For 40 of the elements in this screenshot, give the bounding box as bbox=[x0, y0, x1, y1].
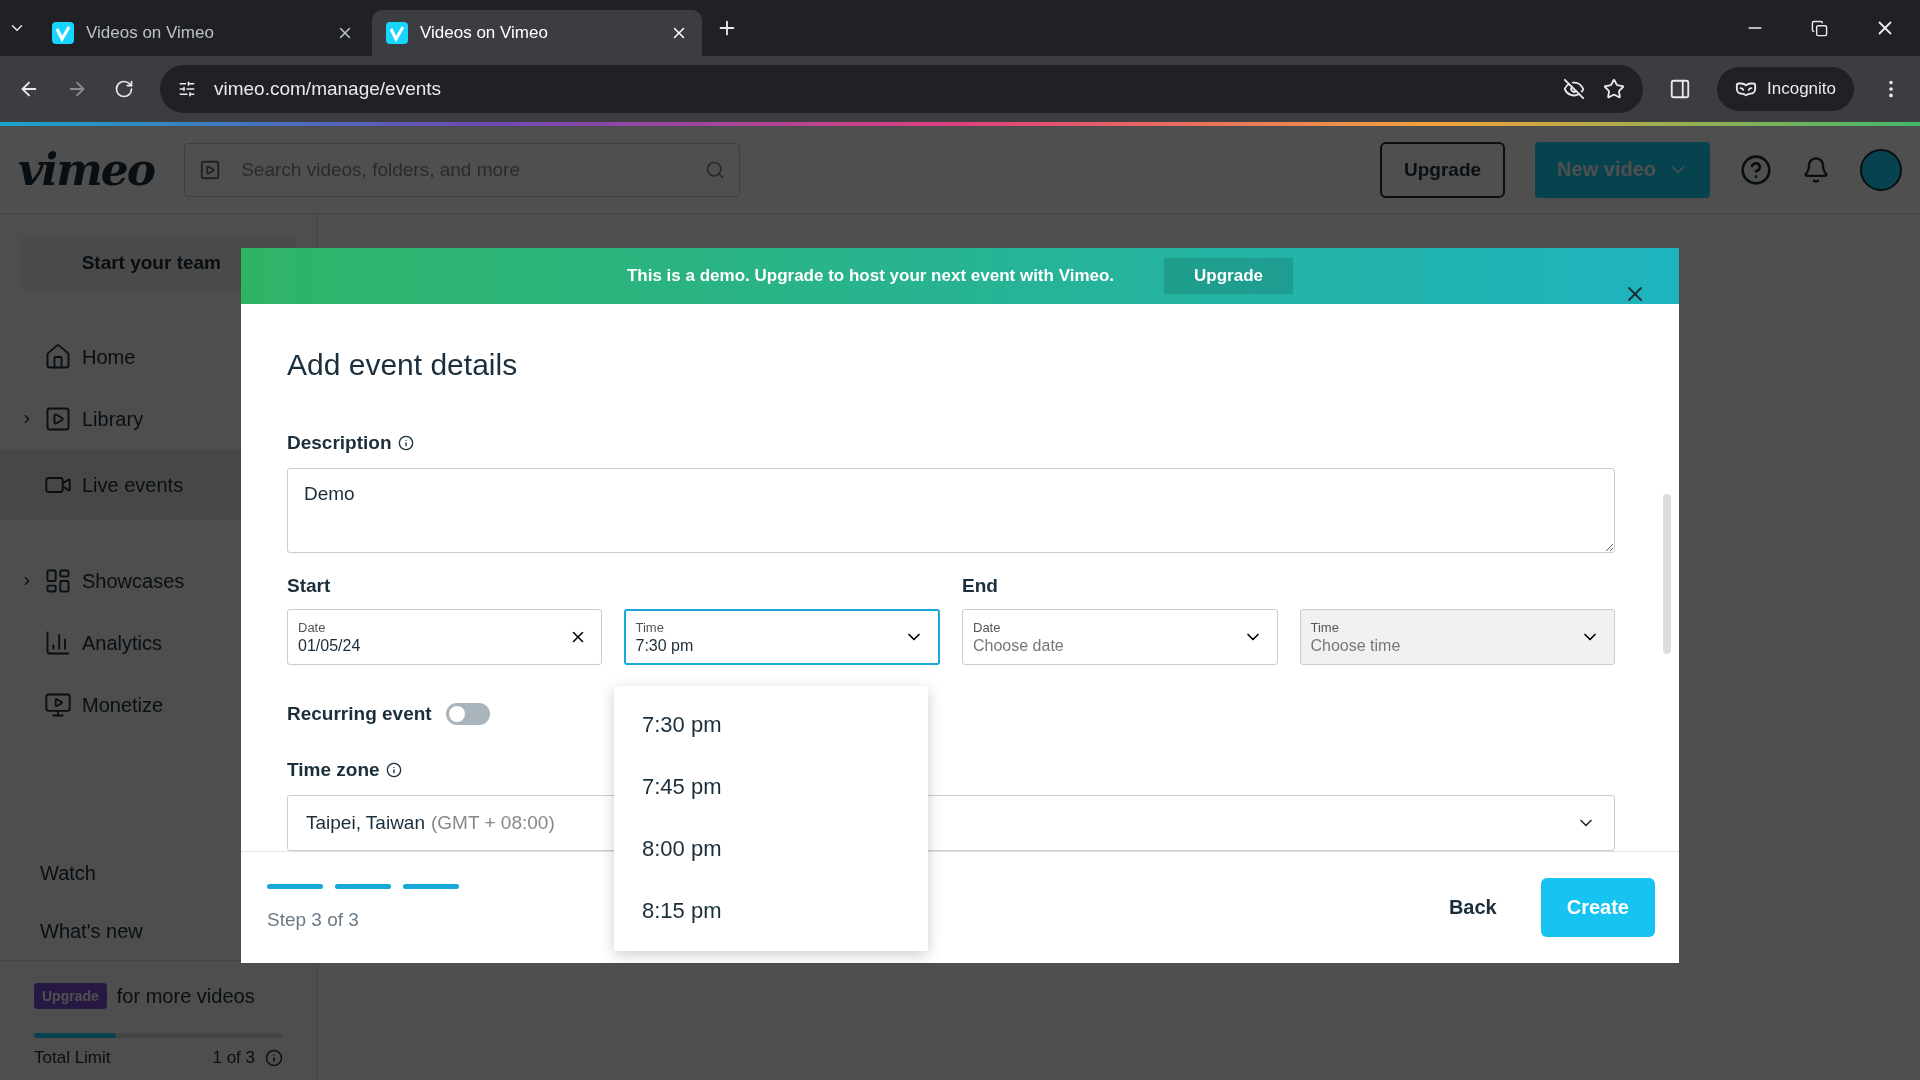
time-option[interactable]: 8:15 pm bbox=[614, 880, 928, 942]
step-text: Step 3 of 3 bbox=[267, 909, 360, 931]
home-icon bbox=[44, 343, 72, 371]
field-input[interactable]: 01/05/24 bbox=[298, 636, 569, 655]
restore-icon[interactable] bbox=[1811, 19, 1828, 37]
profile-button[interactable]: Incognito bbox=[1717, 67, 1854, 111]
limit-label: Total Limit bbox=[34, 1048, 111, 1068]
layout-grid-icon bbox=[44, 567, 72, 595]
reload-icon[interactable] bbox=[114, 79, 134, 99]
upgrade-text: for more videos bbox=[116, 984, 255, 1008]
site-info-icon[interactable] bbox=[178, 80, 196, 98]
address-bar[interactable]: vimeo.com/manage/events bbox=[160, 65, 1643, 113]
video-library-icon bbox=[44, 405, 72, 433]
monitor-play-icon bbox=[44, 691, 72, 719]
description-field[interactable]: Demo bbox=[287, 468, 1615, 553]
tab-favicon-icon bbox=[52, 22, 74, 44]
field-label: End bbox=[962, 575, 998, 597]
scrollbar[interactable] bbox=[1663, 494, 1671, 654]
select-field[interactable]: Time 7:30 pm bbox=[623, 609, 940, 665]
recurring-toggle[interactable] bbox=[445, 703, 490, 725]
field-label: Time zone bbox=[287, 759, 380, 781]
back-button[interactable]: Back bbox=[1428, 882, 1517, 933]
field-label: Recurring event bbox=[287, 703, 432, 725]
dialog-title: Add event details bbox=[287, 348, 519, 382]
limit-count: 1 of 3 bbox=[212, 1048, 255, 1068]
bar-chart-icon bbox=[44, 629, 72, 657]
select-field[interactable]: Date Choose date bbox=[962, 609, 1278, 665]
field-label: Start bbox=[287, 575, 331, 597]
field-input[interactable]: 7:30 pm bbox=[635, 636, 904, 655]
side-panel-icon[interactable] bbox=[1669, 78, 1691, 100]
eye-off-icon[interactable] bbox=[1563, 78, 1585, 100]
tab-favicon-icon bbox=[386, 22, 408, 44]
date-field[interactable]: Date 01/05/24 bbox=[287, 609, 602, 665]
banner-text: This is a demo. Upgrade to host your next event with Vimeo. bbox=[626, 266, 1115, 286]
field-input[interactable]: Choose date bbox=[973, 636, 1243, 655]
time-option[interactable]: 7:30 pm bbox=[614, 694, 928, 756]
info-icon[interactable] bbox=[397, 435, 414, 451]
bookmark-star-icon[interactable] bbox=[1603, 78, 1625, 100]
browser-tab[interactable]: Videos on Vimeo bbox=[372, 10, 702, 56]
info-icon[interactable] bbox=[385, 762, 402, 778]
